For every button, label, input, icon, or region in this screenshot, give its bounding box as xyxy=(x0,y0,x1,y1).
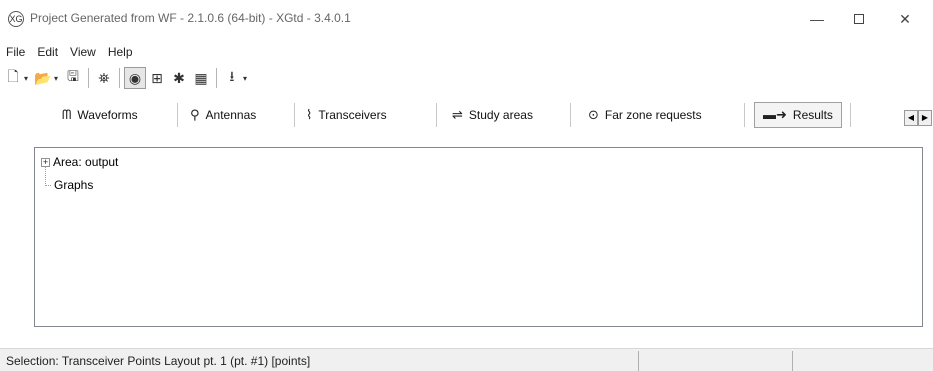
tab-separator xyxy=(570,103,571,127)
tab-label: Waveforms xyxy=(77,108,138,122)
window-title: Project Generated from WF - 2.1.0.6 (64-… xyxy=(30,11,351,25)
new-dropdown-icon[interactable]: ▾ xyxy=(24,67,32,89)
tree-item-label: Area: output xyxy=(53,155,119,169)
antenna-icon: ⚲ xyxy=(190,107,200,122)
tab-waveforms[interactable]: ᗰ Waveforms xyxy=(62,102,138,128)
status-bar: Selection: Transceiver Points Layout pt.… xyxy=(0,348,933,371)
title-bar: XG Project Generated from WF - 2.1.0.6 (… xyxy=(0,0,933,38)
tab-scroll-right-icon[interactable]: ▶ xyxy=(918,110,932,126)
status-text: Selection: Transceiver Points Layout pt.… xyxy=(6,354,311,368)
download-dropdown-icon[interactable]: ▾ xyxy=(243,67,251,89)
tab-transceivers[interactable]: ⌇ Transceivers xyxy=(306,102,387,128)
download-icon[interactable]: ⭳ xyxy=(221,67,243,89)
tree-item-label: Graphs xyxy=(54,178,94,192)
menu-help[interactable]: Help xyxy=(102,42,139,62)
open-folder-icon[interactable]: 📂 xyxy=(32,67,54,89)
menu-bar: File Edit View Help xyxy=(0,42,139,62)
toolbar-separator xyxy=(88,68,89,88)
tab-label: Far zone requests xyxy=(604,108,702,122)
study-area-icon: ⇌ xyxy=(452,107,463,122)
toolbar-separator xyxy=(119,68,120,88)
run-icon[interactable]: ✱ xyxy=(168,67,190,89)
tab-separator xyxy=(744,103,745,127)
minimize-button[interactable]: — xyxy=(794,8,840,30)
render-icon[interactable]: ▦ xyxy=(190,67,212,89)
tab-results[interactable]: ▬➜ Results xyxy=(754,102,842,128)
results-icon: ▬➜ xyxy=(763,107,787,122)
tab-label: Antennas xyxy=(205,108,257,122)
save-icon[interactable]: 🖫 xyxy=(62,67,84,89)
tab-study-areas[interactable]: ⇌ Study areas xyxy=(452,102,533,128)
close-button[interactable]: ✕ xyxy=(882,8,928,30)
tab-scroll-left-icon[interactable]: ◀ xyxy=(904,110,918,126)
tab-strip: ᗰ Waveforms ⚲ Antennas ⌇ Transceivers ⇌ … xyxy=(0,98,933,132)
expand-icon[interactable]: + xyxy=(41,157,50,167)
tab-separator xyxy=(177,103,178,127)
results-tree[interactable]: + Area: output Graphs xyxy=(34,147,923,327)
tree-item-graphs[interactable]: Graphs xyxy=(41,177,93,193)
far-zone-icon: ⊙ xyxy=(588,107,599,122)
tab-label: Study areas xyxy=(468,108,533,122)
toolbar: 🗋 ▾ 📂 ▾ 🖫 ⛯ ◉ ⊞ ✱ ▦ ⭳ ▾ xyxy=(0,64,251,92)
tab-far-zone-requests[interactable]: ⊙ Far zone requests xyxy=(588,102,702,128)
menu-view[interactable]: View xyxy=(64,42,102,62)
tree-view-icon[interactable]: ⊞ xyxy=(146,67,168,89)
tree-connector xyxy=(45,184,51,186)
status-panel-divider xyxy=(792,351,793,371)
new-document-icon[interactable]: 🗋 xyxy=(2,67,24,89)
maximize-icon xyxy=(854,14,864,24)
tab-antennas[interactable]: ⚲ Antennas xyxy=(190,102,256,128)
transceiver-icon: ⌇ xyxy=(306,107,313,122)
maximize-button[interactable] xyxy=(836,8,882,30)
toolbar-separator xyxy=(216,68,217,88)
tab-scroll-arrows: ◀ ▶ xyxy=(904,110,932,126)
menu-edit[interactable]: Edit xyxy=(31,42,64,62)
project-view-icon[interactable]: ⛯ xyxy=(93,67,115,89)
tab-separator xyxy=(850,103,851,127)
menu-file[interactable]: File xyxy=(0,42,31,62)
globe-icon[interactable]: ◉ xyxy=(124,67,146,89)
open-dropdown-icon[interactable]: ▾ xyxy=(54,67,62,89)
tree-item-area-output[interactable]: + Area: output xyxy=(41,154,118,170)
tab-separator xyxy=(294,103,295,127)
app-logo-icon: XG xyxy=(8,11,24,27)
tab-separator xyxy=(436,103,437,127)
waveform-icon: ᗰ xyxy=(62,107,72,122)
tab-label: Transceivers xyxy=(318,108,387,122)
status-panel-divider xyxy=(638,351,639,371)
tab-label: Results xyxy=(792,108,833,122)
